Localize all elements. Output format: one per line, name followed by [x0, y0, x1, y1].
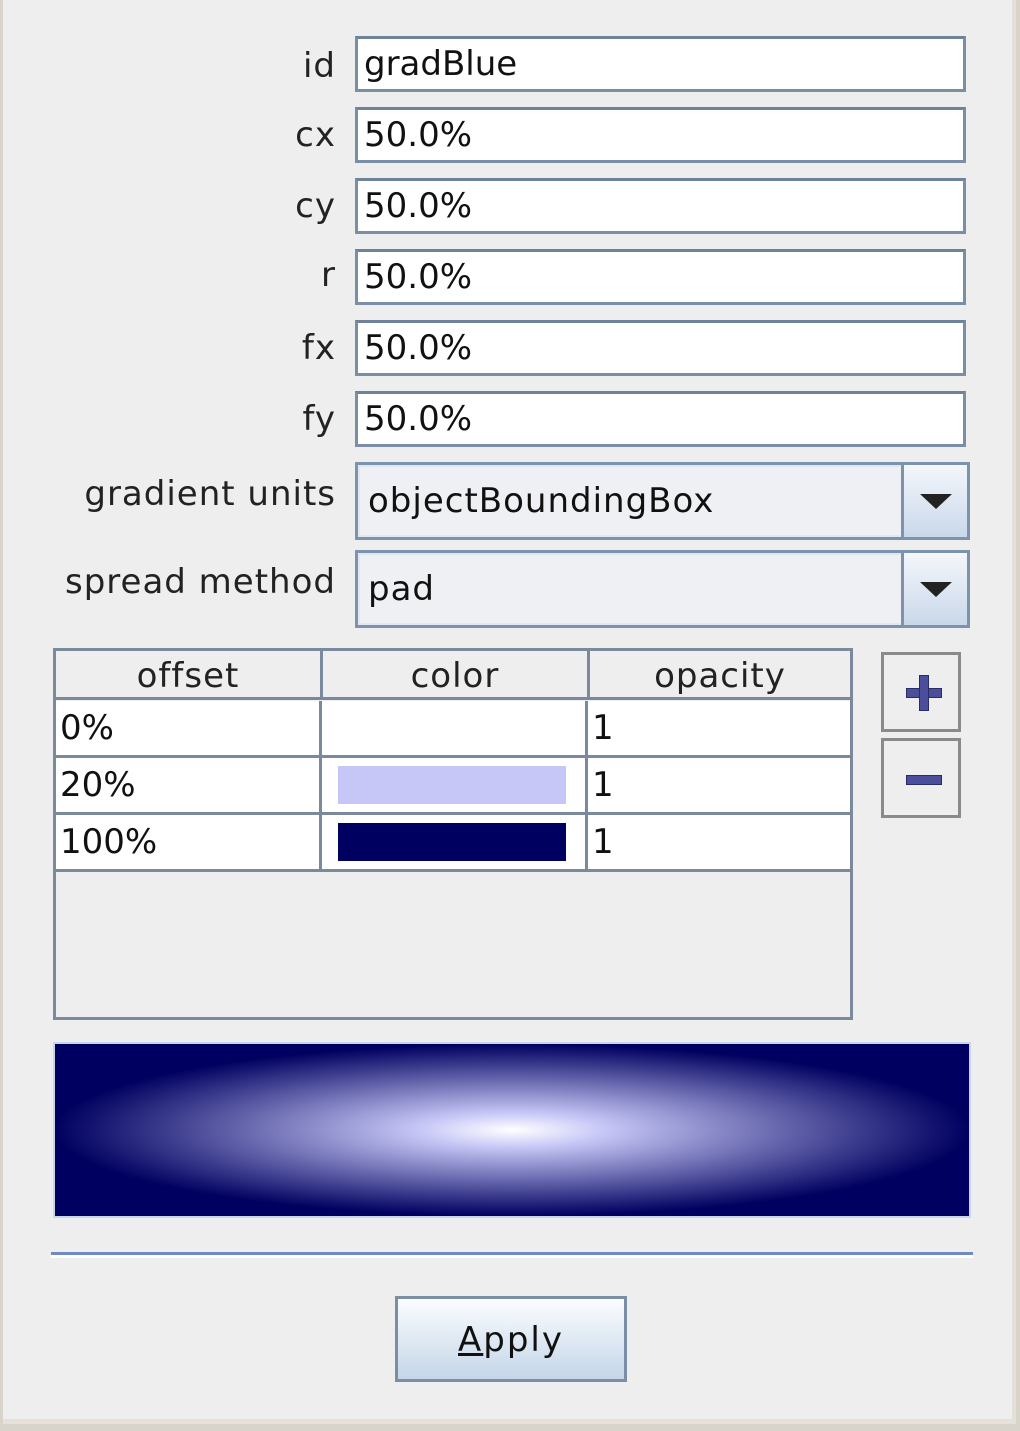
opacity-cell[interactable]: 1: [588, 758, 850, 812]
field-label-r: r: [321, 255, 336, 295]
color-swatch: [338, 823, 566, 861]
gradient-units-label: gradient units: [84, 474, 336, 514]
table-row[interactable]: 100% 1: [56, 815, 850, 872]
gradient-units-value: objectBoundingBox: [368, 481, 715, 521]
color-swatch: [338, 766, 566, 804]
color-cell[interactable]: [322, 815, 588, 869]
spread-method-select[interactable]: pad: [355, 550, 970, 628]
spread-method-value: pad: [368, 569, 435, 609]
field-row-id: id: [3, 36, 1016, 96]
field-row-cx: cx: [3, 107, 1016, 167]
separator: [51, 1252, 973, 1258]
chevron-down-icon: [920, 494, 952, 509]
field-label-cx: cx: [295, 115, 336, 155]
field-label-fy: fy: [302, 399, 336, 439]
column-header-opacity[interactable]: opacity: [589, 651, 850, 700]
id-input[interactable]: [355, 36, 966, 92]
field-label-fx: fx: [301, 328, 336, 368]
column-header-color[interactable]: color: [322, 651, 590, 700]
table-row[interactable]: 20% 1: [56, 758, 850, 815]
spread-method-dropdown-button[interactable]: [901, 553, 967, 625]
field-row-fx: fx: [3, 320, 1016, 380]
apply-label-rest: pply: [483, 1320, 564, 1360]
column-header-offset[interactable]: offset: [56, 651, 323, 700]
gradient-stops-table[interactable]: offset color opacity 0% 1 20% 1 100% 1: [53, 648, 853, 1020]
table-header: offset color opacity: [56, 651, 850, 701]
fx-input[interactable]: [355, 320, 966, 376]
field-row-r: r: [3, 249, 1016, 309]
remove-stop-button[interactable]: [881, 738, 961, 818]
field-row-fy: fy: [3, 391, 1016, 451]
field-label-id: id: [302, 46, 336, 86]
gradient-preview: [53, 1042, 971, 1218]
chevron-down-icon: [920, 582, 952, 597]
spread-method-label: spread method: [65, 562, 336, 602]
color-swatch: [338, 709, 566, 747]
fy-input[interactable]: [355, 391, 966, 447]
offset-cell[interactable]: 100%: [56, 815, 322, 869]
add-stop-button[interactable]: [881, 652, 961, 732]
cy-input[interactable]: [355, 178, 966, 234]
offset-cell[interactable]: 20%: [56, 758, 322, 812]
apply-mnemonic: A: [458, 1320, 484, 1360]
field-label-cy: cy: [295, 186, 336, 226]
gradient-units-dropdown-button[interactable]: [901, 465, 967, 537]
opacity-cell[interactable]: 1: [588, 701, 850, 755]
field-row-cy: cy: [3, 178, 1016, 238]
r-input[interactable]: [355, 249, 966, 305]
cx-input[interactable]: [355, 107, 966, 163]
offset-cell[interactable]: 0%: [56, 701, 322, 755]
color-cell[interactable]: [322, 701, 588, 755]
spread-method-row: spread method pad: [3, 550, 1016, 630]
gradient-units-select[interactable]: objectBoundingBox: [355, 462, 970, 540]
table-row[interactable]: 0% 1: [56, 701, 850, 758]
gradient-editor-panel: id cx cy r fx fy gradient units objectBo…: [3, 0, 1016, 1424]
table-body: 0% 1 20% 1 100% 1: [56, 701, 850, 872]
color-cell[interactable]: [322, 758, 588, 812]
apply-button[interactable]: Apply: [395, 1296, 627, 1382]
gradient-units-row: gradient units objectBoundingBox: [3, 462, 1016, 542]
opacity-cell[interactable]: 1: [588, 815, 850, 869]
